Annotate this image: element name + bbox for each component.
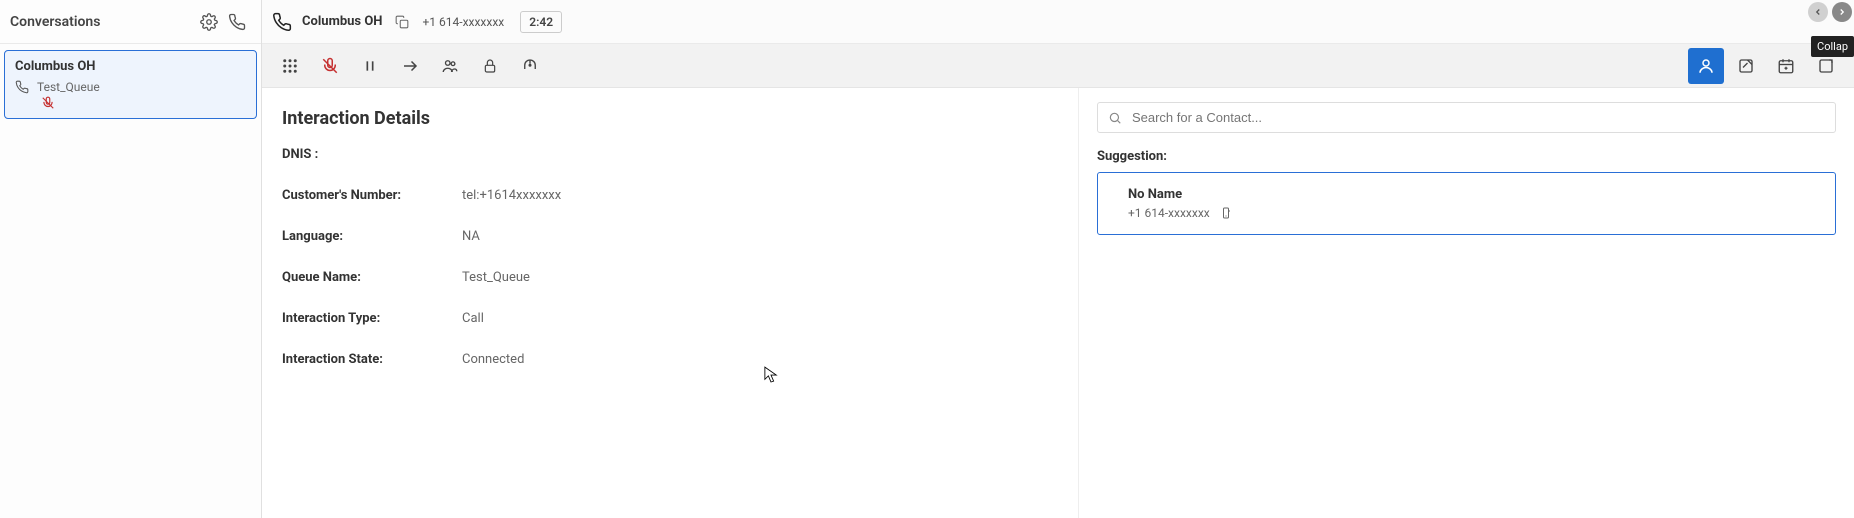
audio-device-button[interactable]: [512, 48, 548, 84]
schedule-tab-button[interactable]: [1768, 48, 1804, 84]
new-call-icon[interactable]: [223, 8, 251, 36]
value-customer-number: tel:+1614xxxxxxx: [462, 188, 561, 203]
mute-button[interactable]: [312, 48, 348, 84]
field-row-dnis: DNIS :: [282, 147, 1058, 162]
muted-mic-icon: [41, 96, 246, 110]
label-queue-name: Queue Name:: [282, 270, 462, 285]
notes-tab-button[interactable]: [1728, 48, 1764, 84]
interaction-details-pane: Interaction Details DNIS : Customer's Nu…: [262, 88, 1079, 518]
settings-gear-icon[interactable]: [195, 8, 223, 36]
value-queue-name: Test_Queue: [462, 270, 530, 285]
main-area: Collap Columbus OH +1 614-xxxxxxx 2:42: [262, 0, 1854, 518]
call-name: Columbus OH: [302, 14, 382, 29]
sidebar-header: Conversations: [0, 0, 261, 44]
conversation-card-title: Columbus OH: [15, 59, 246, 74]
contact-search-field[interactable]: [1097, 102, 1836, 133]
suggestion-label: Suggestion:: [1097, 149, 1836, 164]
prev-panel-button[interactable]: [1808, 2, 1828, 22]
content-area: Interaction Details DNIS : Customer's Nu…: [262, 88, 1854, 518]
suggested-contact-card[interactable]: No Name +1 614-xxxxxxx: [1097, 172, 1836, 235]
search-icon: [1108, 111, 1122, 125]
active-call-bar: Columbus OH +1 614-xxxxxxx 2:42: [262, 0, 1854, 44]
label-customer-number: Customer's Number:: [282, 188, 462, 203]
copy-icon[interactable]: [392, 12, 412, 32]
conversation-card[interactable]: Columbus OH Test_Queue: [4, 50, 257, 119]
label-dnis: DNIS :: [282, 147, 462, 162]
field-row-interaction-state: Interaction State: Connected: [282, 352, 1058, 367]
value-interaction-type: Call: [462, 311, 484, 326]
contact-search-input[interactable]: [1130, 109, 1825, 126]
label-interaction-type: Interaction Type:: [282, 311, 462, 326]
sidebar-title: Conversations: [10, 14, 195, 30]
call-timer: 2:42: [520, 11, 562, 33]
secure-pause-button[interactable]: [472, 48, 508, 84]
label-language: Language:: [282, 229, 462, 244]
value-interaction-state: Connected: [462, 352, 524, 367]
phone-icon: [272, 12, 292, 32]
field-row-interaction-type: Interaction Type: Call: [282, 311, 1058, 326]
field-row-language: Language: NA: [282, 229, 1058, 244]
mobile-phone-icon: [1220, 207, 1232, 219]
dialpad-button[interactable]: [272, 48, 308, 84]
interaction-details-heading: Interaction Details: [282, 108, 1058, 129]
contact-pane: Suggestion: No Name +1 614-xxxxxxx: [1079, 88, 1854, 518]
call-phone-number: +1 614-xxxxxxx: [422, 15, 504, 29]
transfer-button[interactable]: [392, 48, 428, 84]
hold-button[interactable]: [352, 48, 388, 84]
phone-icon: [15, 80, 29, 94]
conversation-queue-label: Test_Queue: [37, 80, 100, 94]
contact-phone: +1 614-xxxxxxx: [1128, 206, 1210, 220]
value-language: NA: [462, 229, 480, 244]
field-row-queue-name: Queue Name: Test_Queue: [282, 270, 1058, 285]
profile-tab-button[interactable]: [1688, 48, 1724, 84]
contact-name: No Name: [1128, 187, 1805, 202]
panel-nav-controls: [1806, 0, 1854, 24]
call-toolbar: [262, 44, 1854, 88]
next-panel-button[interactable]: [1832, 2, 1852, 22]
conversations-sidebar: Conversations Columbus OH: [0, 0, 262, 518]
label-interaction-state: Interaction State:: [282, 352, 462, 367]
field-row-customer-number: Customer's Number: tel:+1614xxxxxxx: [282, 188, 1058, 203]
collapse-tooltip: Collap: [1811, 36, 1854, 57]
conference-button[interactable]: [432, 48, 468, 84]
